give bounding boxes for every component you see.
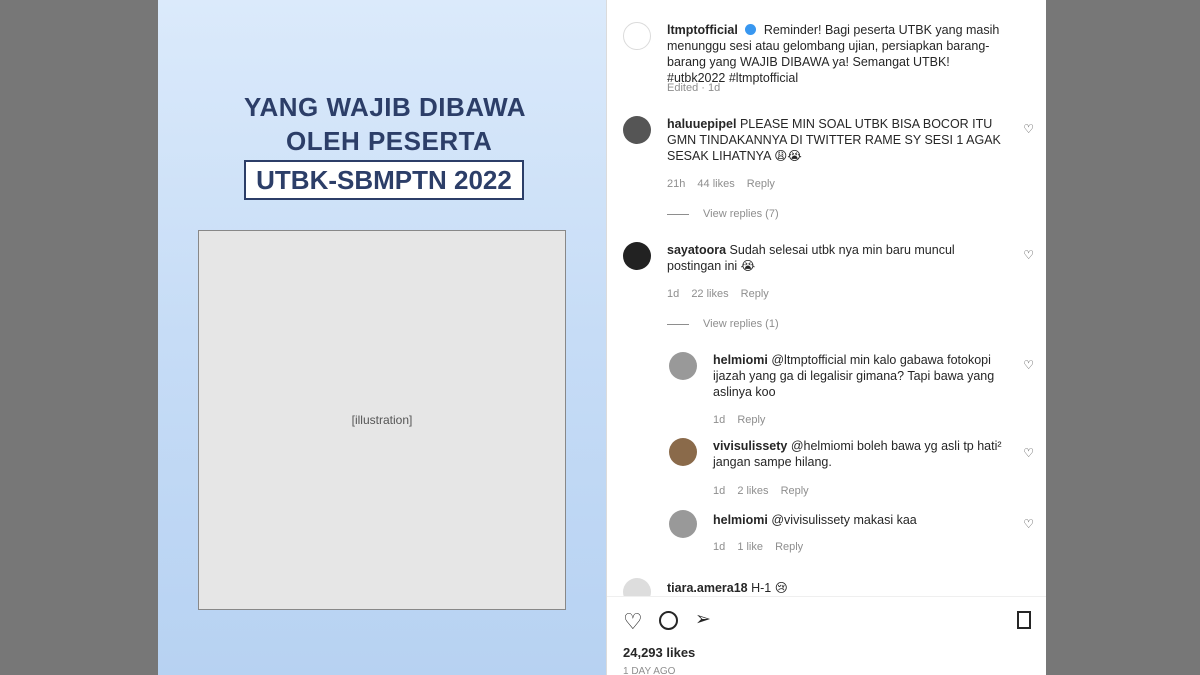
likes-count[interactable]: 24,293 likes [623,645,695,660]
ltmp-avatar[interactable] [623,22,651,50]
reply: vivisulissety @helmiomi boleh bawa yg as… [713,438,1013,470]
avatar[interactable] [669,438,697,466]
action-bar: ♡ ➢ 24,293 likes 1 DAY AGO [607,596,1046,675]
caption-username[interactable]: ltmptofficial [667,23,738,37]
heart-icon[interactable]: ♡ [1023,446,1034,460]
comment-username[interactable]: sayatoora [667,243,726,257]
heart-icon[interactable]: ♡ [1023,358,1034,372]
post-image[interactable]: YANG WAJIB DIBAWA OLEH PESERTA UTBK-SBMP… [158,0,606,675]
share-icon[interactable]: ➢ [695,608,711,631]
post-date: 1 DAY AGO [623,666,676,675]
reply: helmiomi @vivisulissety makasi kaa [713,512,1013,528]
avatar[interactable] [669,510,697,538]
heart-icon[interactable]: ♡ [1023,248,1034,262]
verified-icon [745,24,757,35]
reply-meta: 1d 1 like Reply [713,541,804,553]
reply-button[interactable]: Reply [775,541,803,553]
instagram-post: YANG WAJIB DIBAWA OLEH PESERTA UTBK-SBMP… [158,0,1046,675]
reply-button[interactable]: Reply [737,414,765,426]
headline-line1: YANG WAJIB DIBAWA [244,92,527,122]
comment-meta: 21h 44 likes Reply [667,178,775,190]
avatar[interactable] [669,352,697,380]
reply-button[interactable]: Reply [741,288,769,300]
comment-icon[interactable] [659,611,678,630]
save-icon[interactable] [1017,611,1031,629]
headline-line2: OLEH PESERTA [286,126,493,156]
heart-icon[interactable]: ♡ [623,609,643,635]
comment: haluuepipel PLEASE MIN SOAL UTBK BISA BO… [667,116,1007,164]
reply-username[interactable]: helmiomi [713,513,768,527]
comment-username[interactable]: haluuepipel [667,117,736,131]
comment: sayatoora Sudah selesai utbk nya min bar… [667,242,1007,274]
view-replies-button[interactable]: View replies (7) [667,208,779,220]
reply: helmiomi @ltmptofficial min kalo gabawa … [713,352,1013,400]
comment-text: H-1 😢 [751,581,788,595]
reply-button[interactable]: Reply [747,178,775,190]
reply-username[interactable]: helmiomi [713,353,768,367]
reply-text: @vivisulissety makasi kaa [771,513,917,527]
comments-panel: ltmptofficial Reminder! Bagi peserta UTB… [606,0,1046,675]
headline-box: UTBK-SBMPTN 2022 [244,160,524,200]
reply-button[interactable]: Reply [781,485,809,497]
view-replies-button[interactable]: View replies (1) [667,318,779,330]
heart-icon[interactable]: ♡ [1023,122,1034,136]
comment-meta: 1d 22 likes Reply [667,288,769,300]
heart-icon[interactable]: ♡ [1023,517,1034,531]
comment-username[interactable]: tiara.amera18 [667,581,748,595]
reply-meta: 1d Reply [713,414,766,426]
reply-username[interactable]: vivisulissety [713,439,787,453]
comment: tiara.amera18 H-1 😢 [667,580,1007,596]
caption: ltmptofficial Reminder! Bagi peserta UTB… [667,22,1007,86]
avatar[interactable] [623,116,651,144]
reply-meta: 1d 2 likes Reply [713,485,809,497]
avatar[interactable] [623,242,651,270]
caption-meta: Edited · 1d [667,82,721,94]
image-placeholder: [illustration] [198,230,566,610]
